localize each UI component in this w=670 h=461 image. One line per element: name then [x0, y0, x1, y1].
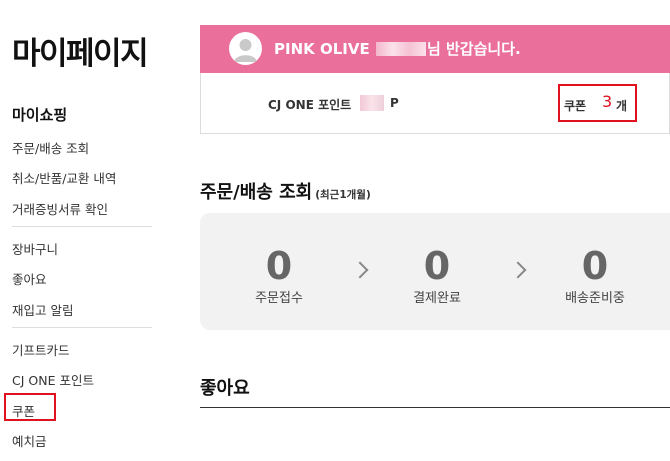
user-icon [234, 39, 257, 62]
blurred-points-value [360, 95, 384, 111]
sidebar-item-cancel-return[interactable]: 취소/반품/교환 내역 [12, 168, 116, 187]
page-title: 마이페이지 [12, 36, 149, 72]
welcome-prefix: PINK OLIVE [274, 40, 370, 58]
order-step-label: 결제완료 [413, 291, 461, 306]
sidebar-heading: 마이쇼핑 [12, 106, 68, 124]
order-step-label: 배송준비중 [565, 291, 625, 306]
order-section-title: 주문/배송 조회 (최근1개월) [200, 178, 371, 204]
order-step-count[interactable]: 0 [397, 246, 477, 286]
sidebar-divider [12, 226, 152, 227]
likes-divider [200, 407, 670, 408]
sidebar-item-deposit[interactable]: 예치금 [12, 431, 47, 450]
coupon-label[interactable]: 쿠폰 [564, 97, 586, 114]
sidebar-item-cjone-points[interactable]: CJ ONE 포인트 [12, 370, 94, 389]
order-step-count[interactable]: 0 [239, 246, 319, 286]
sidebar-item-cart[interactable]: 장바구니 [12, 239, 58, 258]
avatar[interactable] [229, 32, 262, 65]
sidebar-divider [12, 327, 152, 328]
sidebar-item-receipts[interactable]: 거래증빙서류 확인 [12, 199, 108, 218]
order-title: 주문/배송 조회 [200, 182, 313, 203]
sidebar-item-likes[interactable]: 좋아요 [12, 269, 47, 288]
order-step-count[interactable]: 0 [555, 246, 635, 286]
sidebar-item-restock[interactable]: 재입고 알림 [12, 300, 73, 319]
coupon-highlight-box [4, 393, 56, 421]
cjone-points-label[interactable]: CJ ONE 포인트 [268, 96, 351, 113]
blurred-username [375, 42, 426, 56]
sidebar-item-giftcard[interactable]: 기프트카드 [12, 340, 70, 359]
coupon-count[interactable]: 3 [602, 92, 612, 111]
welcome-message: PINK OLIVE 님 반갑습니다. [274, 38, 521, 59]
coupon-unit: 개 [616, 99, 628, 113]
likes-section-title: 좋아요 [200, 378, 250, 399]
order-step-label: 주문접수 [255, 291, 303, 306]
order-subtitle: (최근1개월) [315, 189, 371, 201]
sidebar-item-order-delivery[interactable]: 주문/배송 조회 [12, 138, 89, 157]
points-unit: P [390, 96, 399, 110]
welcome-suffix: 님 반갑습니다. [426, 40, 521, 58]
